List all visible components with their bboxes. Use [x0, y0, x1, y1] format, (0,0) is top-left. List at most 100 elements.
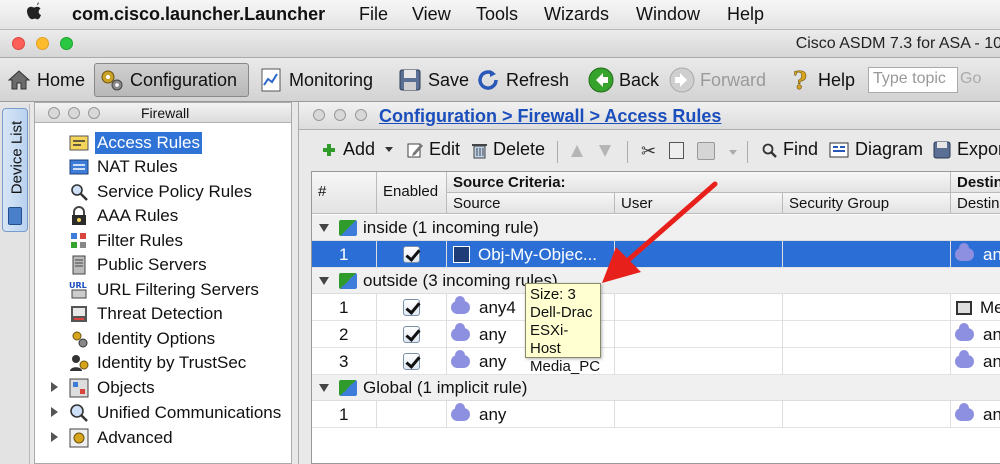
column-header-source[interactable]: Source: [447, 193, 615, 214]
interface-group-outside[interactable]: outside (3 incoming rules): [312, 268, 1000, 294]
rule-enabled-checkbox[interactable]: [377, 294, 447, 321]
collapse-arrow-icon[interactable]: [319, 276, 329, 285]
forward-button[interactable]: Forward: [665, 63, 770, 97]
rule-enabled-checkbox[interactable]: [377, 241, 447, 268]
nav-item-objects[interactable]: Objects: [69, 376, 157, 400]
nav-item-access-rules[interactable]: Access Rules: [69, 131, 202, 155]
nav-item-label: AAA Rules: [97, 206, 179, 225]
column-header-destination[interactable]: Destination: [951, 193, 1000, 214]
nav-item-unified-communications[interactable]: Unified Communications: [69, 401, 283, 425]
interface-group-global[interactable]: Global (1 implicit rule): [312, 375, 1000, 401]
edit-button[interactable]: Edit: [407, 139, 460, 160]
nav-item-aaa-rules[interactable]: AAA Rules: [69, 204, 180, 228]
column-header-enabled[interactable]: Enabled: [377, 172, 447, 214]
menu-file[interactable]: File: [359, 4, 388, 25]
column-header-number[interactable]: #: [312, 172, 377, 214]
uc-icon: [69, 403, 89, 423]
menu-view[interactable]: View: [412, 4, 451, 25]
export-button[interactable]: Export: [933, 139, 1000, 160]
rule-destination[interactable]: Me: [951, 294, 1000, 321]
rule-destination[interactable]: any: [951, 241, 1000, 268]
minimize-button[interactable]: [36, 37, 49, 50]
apple-icon[interactable]: [26, 2, 42, 27]
content-minimize-button[interactable]: [334, 109, 346, 121]
rule-destination[interactable]: any: [951, 321, 1000, 348]
rule-source[interactable]: any: [447, 401, 615, 428]
nav-item-advanced[interactable]: Advanced: [69, 426, 175, 450]
table-row[interactable]: 1 any any: [312, 401, 1000, 428]
nav-item-service-policy-rules[interactable]: Service Policy Rules: [69, 180, 254, 204]
nav-item-url-filtering-servers[interactable]: URL URL Filtering Servers: [69, 278, 261, 302]
content-close-button[interactable]: [313, 109, 325, 121]
search-input[interactable]: Type topic: [868, 67, 958, 93]
app-menu[interactable]: com.cisco.launcher.Launcher: [72, 4, 325, 25]
destination-value: any: [983, 351, 1000, 371]
nav-item-label: Identity by TrustSec: [97, 353, 247, 372]
move-up-icon[interactable]: [571, 145, 583, 157]
find-label: Find: [783, 139, 819, 159]
zoom-button[interactable]: [60, 37, 73, 50]
checkbox[interactable]: [403, 299, 420, 316]
rule-destination[interactable]: any: [951, 348, 1000, 375]
find-button[interactable]: Find: [761, 139, 818, 160]
add-button[interactable]: Add: [321, 139, 394, 160]
move-down-icon[interactable]: [599, 145, 611, 157]
copy-icon[interactable]: [669, 142, 684, 159]
paste-chevron-down-icon[interactable]: [729, 150, 737, 155]
menu-tools[interactable]: Tools: [476, 4, 518, 25]
menu-help[interactable]: Help: [727, 4, 764, 25]
monitoring-button[interactable]: Monitoring: [254, 63, 377, 97]
device-list-tab[interactable]: Device List: [2, 108, 28, 232]
identity-icon: [69, 329, 89, 349]
home-button[interactable]: Home: [2, 63, 89, 97]
expand-advanced-arrow[interactable]: [51, 432, 58, 442]
collapse-arrow-icon[interactable]: [319, 223, 329, 232]
checkbox[interactable]: [403, 246, 420, 263]
expand-objects-arrow[interactable]: [51, 382, 58, 392]
nav-item-threat-detection[interactable]: Threat Detection: [69, 302, 225, 326]
panel-close-button[interactable]: [48, 107, 60, 119]
column-header-user[interactable]: User: [615, 193, 783, 214]
menu-window[interactable]: Window: [636, 4, 700, 25]
rule-source[interactable]: Obj-My-Objec...: [447, 241, 615, 268]
table-row[interactable]: 3 any any: [312, 348, 1000, 375]
rule-enabled-checkbox[interactable]: [377, 321, 447, 348]
save-button[interactable]: Save: [393, 63, 473, 97]
close-button[interactable]: [12, 37, 25, 50]
home-icon: [6, 67, 32, 93]
breadcrumb[interactable]: Configuration > Firewall > Access Rules: [379, 106, 721, 127]
checkbox[interactable]: [403, 353, 420, 370]
rule-destination[interactable]: any: [951, 401, 1000, 428]
collapse-arrow-icon[interactable]: [319, 383, 329, 392]
table-row[interactable]: 1 any4 Me: [312, 294, 1000, 321]
column-header-security-group[interactable]: Security Group: [783, 193, 951, 214]
nav-item-public-servers[interactable]: Public Servers: [69, 253, 209, 277]
table-row[interactable]: 2 any any: [312, 321, 1000, 348]
panel-zoom-button[interactable]: [88, 107, 100, 119]
nav-item-identity-by-trustsec[interactable]: Identity by TrustSec: [69, 351, 248, 375]
back-button[interactable]: Back: [584, 63, 663, 97]
panel-minimize-button[interactable]: [68, 107, 80, 119]
rule-enabled-checkbox[interactable]: [377, 348, 447, 375]
interface-group-inside[interactable]: inside (1 incoming rule): [312, 215, 1000, 241]
rule-user: [615, 401, 783, 428]
destination-value: any: [983, 404, 1000, 424]
nav-item-filter-rules[interactable]: Filter Rules: [69, 229, 185, 253]
help-icon: ?: [787, 66, 813, 96]
checkbox[interactable]: [403, 326, 420, 343]
expand-unified-communications-arrow[interactable]: [51, 407, 58, 417]
configuration-button[interactable]: Configuration: [94, 63, 249, 97]
paste-icon[interactable]: [697, 142, 715, 160]
go-button[interactable]: Go: [960, 70, 981, 88]
table-row[interactable]: 1 Obj-My-Objec... any: [312, 241, 1000, 268]
menu-wizards[interactable]: Wizards: [544, 4, 609, 25]
content-zoom-button[interactable]: [355, 109, 367, 121]
nav-item-identity-options[interactable]: Identity Options: [69, 327, 217, 351]
nav-item-nat-rules[interactable]: NAT Rules: [69, 155, 180, 179]
help-button[interactable]: ? Help: [783, 63, 859, 97]
forward-arrow-icon: [669, 67, 695, 93]
delete-button[interactable]: Delete: [471, 139, 545, 160]
refresh-button[interactable]: Refresh: [471, 63, 573, 97]
cut-icon[interactable]: ✂: [641, 141, 656, 162]
diagram-button[interactable]: Diagram: [829, 139, 923, 160]
